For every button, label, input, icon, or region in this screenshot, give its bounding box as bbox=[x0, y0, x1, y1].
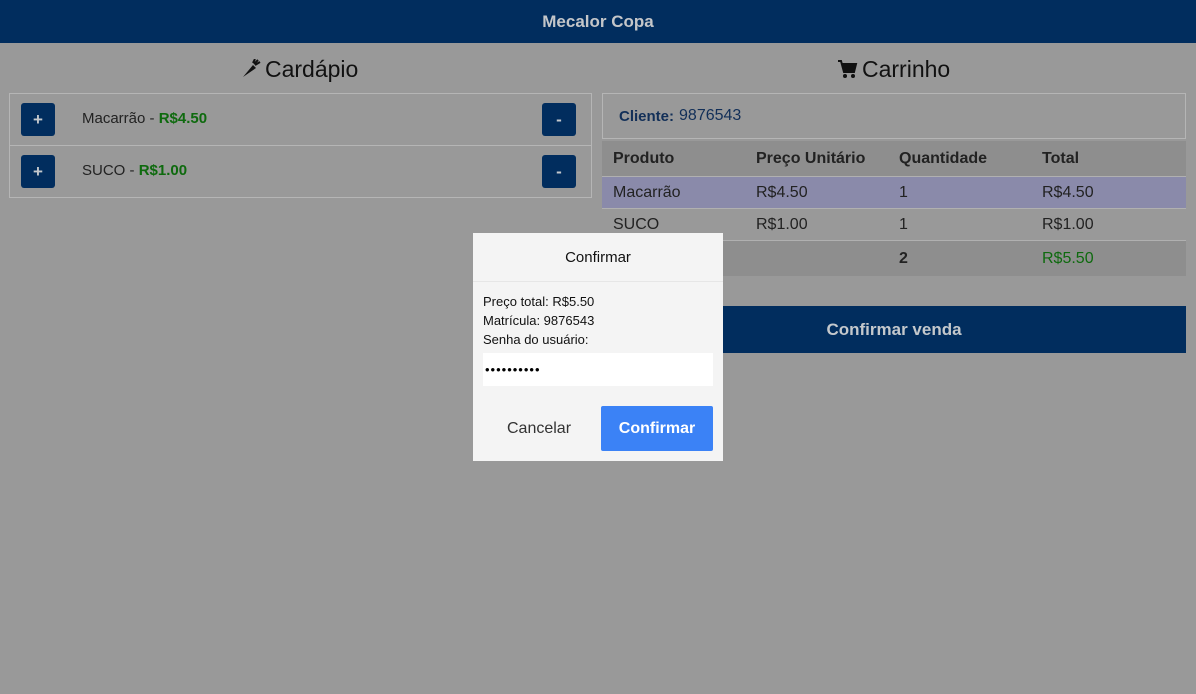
remove-item-button[interactable]: - bbox=[542, 103, 576, 136]
separator: - bbox=[145, 110, 159, 127]
client-label: Cliente: bbox=[619, 107, 675, 125]
cell-total: R$1.00 bbox=[1031, 208, 1186, 241]
menu-list: + Macarrão - R$4.50 - + SUCO - R$1.00 - bbox=[9, 93, 592, 198]
menu-item: + Macarrão - R$4.50 - bbox=[10, 94, 591, 146]
column-header: Produto bbox=[602, 141, 745, 177]
column-header: Preço Unitário bbox=[745, 141, 888, 177]
password-label: Senha do usuário: bbox=[483, 332, 589, 347]
registration-text: Matrícula: 9876543 bbox=[483, 313, 595, 328]
menu-item-name: SUCO bbox=[82, 162, 126, 179]
client-value: 9876543 bbox=[679, 107, 742, 124]
cancel-button[interactable]: Cancelar bbox=[483, 406, 595, 451]
column-header: Total bbox=[1031, 141, 1186, 177]
cart-heading: Carrinho bbox=[837, 55, 950, 83]
menu-item-label: Macarrão - R$4.50 bbox=[82, 110, 207, 127]
carrot-icon bbox=[241, 59, 261, 79]
menu-item-label: SUCO - R$1.00 bbox=[82, 162, 187, 179]
total-amount: R$5.50 bbox=[1031, 240, 1186, 276]
separator: - bbox=[125, 162, 139, 179]
cell-product: Macarrão bbox=[602, 176, 745, 209]
cell-quantity: 1 bbox=[888, 176, 1031, 209]
confirm-button[interactable]: Confirmar bbox=[601, 406, 713, 451]
dialog-actions: Cancelar Confirmar bbox=[483, 406, 713, 451]
total-quantity: 2 bbox=[888, 240, 1031, 276]
menu-item-name: Macarrão bbox=[82, 110, 146, 127]
client-box: Cliente: 9876543 bbox=[602, 93, 1186, 139]
remove-item-button[interactable]: - bbox=[542, 155, 576, 188]
add-item-button[interactable]: + bbox=[21, 103, 55, 136]
table-header-row: Produto Preço Unitário Quantidade Total bbox=[602, 141, 1186, 177]
menu-item: + SUCO - R$1.00 - bbox=[10, 146, 591, 198]
menu-item-price: R$1.00 bbox=[138, 162, 188, 179]
cell-unit-price: R$1.00 bbox=[745, 208, 888, 241]
total-empty bbox=[745, 240, 888, 276]
cell-total: R$4.50 bbox=[1031, 176, 1186, 209]
total-price-text: Preço total: R$5.50 bbox=[483, 294, 595, 309]
password-input[interactable] bbox=[483, 353, 713, 386]
menu-heading: Cardápio bbox=[241, 55, 358, 83]
cell-quantity: 1 bbox=[888, 208, 1031, 241]
column-header: Quantidade bbox=[888, 141, 1031, 177]
dialog-body: Preço total: R$5.50 Matrícula: 9876543 S… bbox=[473, 282, 723, 386]
dialog-title: Confirmar bbox=[473, 233, 723, 282]
table-row[interactable]: Macarrão R$4.50 1 R$4.50 bbox=[602, 176, 1186, 209]
top-bar: Mecalor Copa bbox=[0, 0, 1196, 43]
cell-unit-price: R$4.50 bbox=[745, 176, 888, 209]
menu-item-price: R$4.50 bbox=[158, 110, 208, 127]
cart-title: Carrinho bbox=[862, 55, 951, 82]
app-title: Mecalor Copa bbox=[542, 11, 654, 31]
cart-icon bbox=[837, 59, 858, 79]
menu-title: Cardápio bbox=[265, 55, 359, 82]
add-item-button[interactable]: + bbox=[21, 155, 55, 188]
confirm-dialog: Confirmar Preço total: R$5.50 Matrícula:… bbox=[473, 233, 723, 461]
